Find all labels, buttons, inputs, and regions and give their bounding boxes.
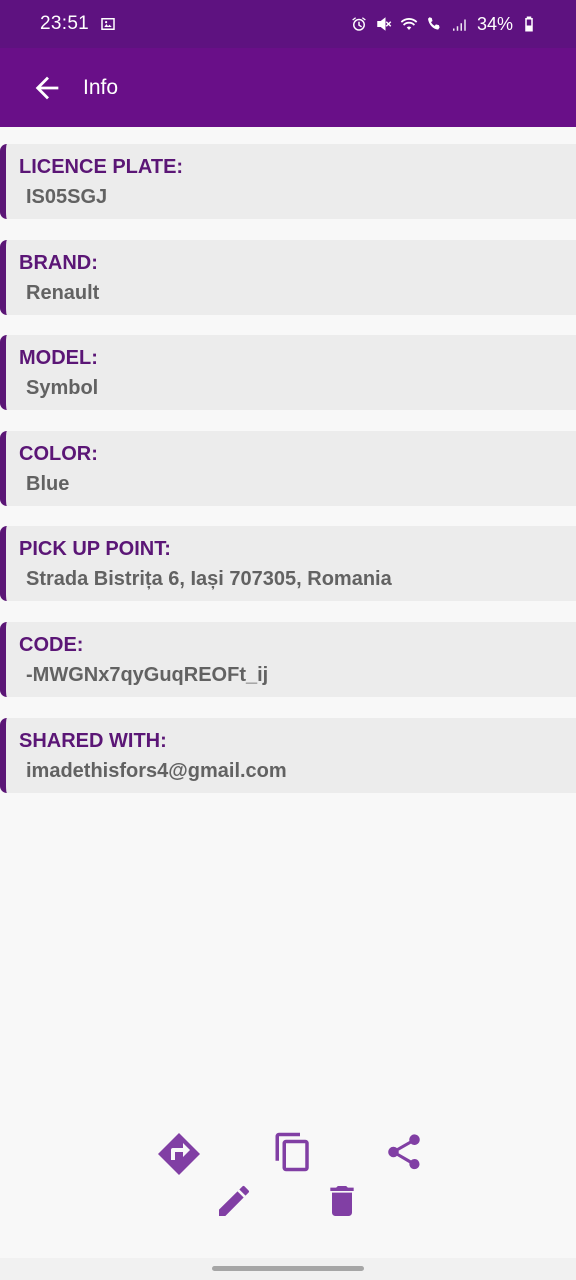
signal-icon: [450, 15, 468, 33]
field-value: Renault: [26, 281, 100, 304]
field-color: COLOR: Blue: [0, 430, 576, 506]
field-value: Strada Bistrița 6, Iași 707305, Romania: [26, 568, 392, 591]
field-shared-with: SHARED WITH: imadethisfors4@gmail.com: [0, 717, 576, 793]
field-label: SHARED WITH:: [19, 729, 167, 752]
status-bar: 23:51 34%: [0, 0, 576, 48]
edit-icon: [219, 1186, 249, 1216]
field-label: LICENCE PLATE:: [19, 156, 184, 178]
alarm-icon: [350, 15, 368, 33]
arrow-back-icon: [35, 76, 59, 99]
field-label: CODE:: [19, 633, 84, 656]
home-handle[interactable]: [212, 1266, 364, 1271]
image-icon: [99, 15, 117, 33]
field-code: CODE: -MWGNx7qyGuqREOFt_ij: [0, 621, 576, 697]
wifi-icon: [400, 15, 418, 33]
copy-button[interactable]: [272, 1130, 314, 1174]
status-time: 23:51: [40, 13, 90, 34]
share-button[interactable]: [383, 1131, 425, 1173]
field-value: imadethisfors4@gmail.com: [26, 759, 287, 782]
battery-percent: 34%: [476, 13, 513, 34]
field-value: IS05SGJ: [26, 186, 108, 208]
directions-icon: [158, 1133, 200, 1175]
wifi-calling-icon: [425, 15, 443, 33]
field-label: BRAND:: [19, 251, 98, 274]
field-brand: BRAND: Renault: [0, 239, 576, 315]
field-value: -MWGNx7qyGuqREOFt_ij: [26, 663, 269, 686]
field-value: Blue: [26, 472, 70, 495]
battery-icon: [520, 15, 538, 33]
field-licence-plate: LICENCE PLATE: IS05SGJ: [0, 144, 576, 219]
field-pick-up-point: PICK UP POINT: Strada Bistrița 6, Iași 7…: [0, 526, 576, 602]
back-button[interactable]: [27, 68, 67, 108]
field-model: MODEL: Symbol: [0, 335, 576, 411]
field-value: Symbol: [26, 377, 99, 400]
edit-button[interactable]: [214, 1181, 254, 1221]
copy-icon: [275, 1132, 309, 1172]
field-label: MODEL:: [19, 347, 98, 370]
delete-icon: [330, 1186, 354, 1216]
delete-button[interactable]: [322, 1180, 362, 1222]
system-nav-bar: [0, 1258, 576, 1280]
app-bar: Info: [0, 48, 576, 127]
directions-button[interactable]: [155, 1130, 203, 1178]
field-label: COLOR:: [19, 442, 98, 465]
share-icon: [388, 1134, 420, 1170]
info-list: LICENCE PLATE: IS05SGJ BRAND: Renault MO…: [0, 144, 576, 813]
field-label: PICK UP POINT:: [19, 538, 171, 561]
mute-icon: [375, 15, 393, 33]
page-title: Info: [83, 75, 119, 99]
